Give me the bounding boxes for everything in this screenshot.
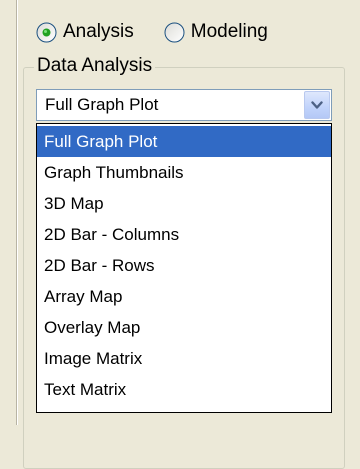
combobox-selected-value: Full Graph Plot <box>45 95 159 114</box>
dropdown-option-text-matrix[interactable]: Text Matrix <box>37 374 331 405</box>
dropdown-option-array-map[interactable]: Array Map <box>37 281 331 312</box>
dropdown-option-image-matrix[interactable]: Image Matrix <box>37 343 331 374</box>
data-analysis-group-label: Data Analysis <box>34 54 156 78</box>
combobox-dropdown-button[interactable] <box>304 91 330 119</box>
panel-left-edge <box>16 0 17 425</box>
dropdown-option-overlay-map[interactable]: Overlay Map <box>37 312 331 343</box>
dropdown-option-3d-map[interactable]: 3D Map <box>37 188 331 219</box>
radio-selected-icon <box>36 22 57 43</box>
data-analysis-dropdown-list[interactable]: Full Graph Plot Graph Thumbnails 3D Map … <box>36 123 332 413</box>
modeling-radio[interactable]: Modeling <box>164 21 268 43</box>
analysis-radio[interactable]: Analysis <box>36 21 134 43</box>
dropdown-option-2d-bar-columns[interactable]: 2D Bar - Columns <box>37 219 331 250</box>
chevron-down-icon <box>311 100 323 109</box>
data-analysis-combobox[interactable]: Full Graph Plot <box>36 89 332 121</box>
mode-radio-group: Analysis Modeling <box>36 20 268 44</box>
modeling-radio-label: Modeling <box>190 21 268 42</box>
dropdown-option-2d-bar-rows[interactable]: 2D Bar - Rows <box>37 250 331 281</box>
analysis-radio-label: Analysis <box>63 21 134 42</box>
dropdown-option-full-graph-plot[interactable]: Full Graph Plot <box>37 126 331 157</box>
dropdown-option-graph-thumbnails[interactable]: Graph Thumbnails <box>37 157 331 188</box>
radio-unselected-icon <box>164 22 185 43</box>
